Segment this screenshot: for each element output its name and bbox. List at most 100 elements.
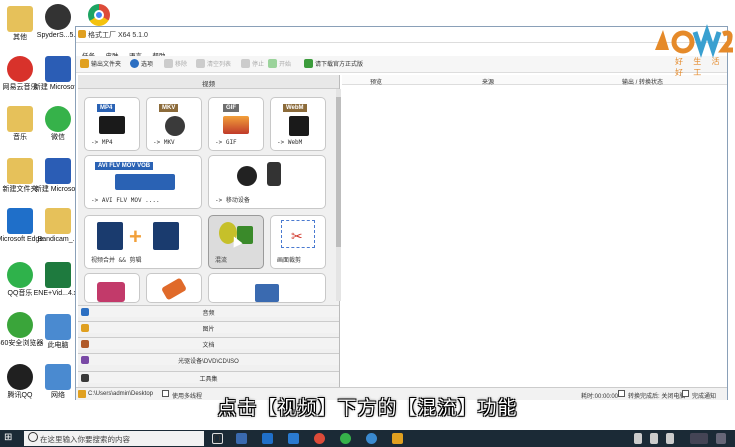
tray-volume-icon[interactable] — [650, 433, 658, 444]
play-icon — [268, 59, 277, 68]
tile-partial-1[interactable] — [84, 273, 140, 303]
stop-button[interactable]: 停止 — [241, 59, 264, 68]
menu-bar: 任务 皮肤 语言 帮助 — [76, 43, 727, 60]
function-panel-scrollbar[interactable] — [336, 89, 341, 301]
desktop-icon-chrome[interactable] — [88, 4, 110, 26]
task-list-header: 预览 来源 输出 / 转换状态 — [342, 75, 727, 86]
tile-avi-flv-mov-label: -> AVI FLV MOV .... — [91, 197, 160, 204]
stop-label: 停止 — [252, 62, 265, 68]
category-document[interactable]: 文档 — [78, 337, 339, 349]
category-video-label: 视频 — [202, 81, 215, 88]
category-document-label: 文档 — [202, 343, 215, 349]
gear-icon — [130, 59, 139, 68]
category-video-header[interactable]: 视频 — [78, 75, 339, 89]
remove-button[interactable]: 移除 — [164, 59, 187, 68]
start-label: 开始 — [279, 62, 292, 68]
category-image[interactable]: 图片 — [78, 321, 339, 333]
column-preview[interactable]: 预览 — [370, 77, 382, 86]
tile-mobile-device[interactable]: -> 移动设备 — [208, 155, 326, 209]
tile-mobile-device-label: -> 移动设备 — [215, 197, 250, 204]
clear-list-label: 清空列表 — [207, 62, 232, 68]
folder-icon — [45, 208, 71, 234]
format-factory-taskbar-icon[interactable] — [392, 433, 403, 444]
task-view-icon[interactable] — [212, 433, 223, 444]
tile-mp4-label: -> MP4 — [91, 139, 113, 146]
tray-clock-icon[interactable] — [690, 433, 708, 444]
channel-logo: 好 生 活 好 工 — [645, 20, 735, 77]
taskbar-search-placeholder: 在这里输入你要搜索的内容 — [40, 435, 130, 444]
tray-network-icon[interactable] — [634, 433, 642, 444]
video-effect-icon — [97, 282, 125, 302]
category-audio[interactable]: 音频 — [78, 305, 339, 317]
tile-mux[interactable]: 混流 — [208, 215, 264, 269]
excel-icon — [45, 262, 71, 288]
film-reel-icon — [165, 116, 185, 136]
column-output-status[interactable]: 输出 / 转换状态 — [622, 77, 663, 86]
video-subtitle: 点击【视频】下方的【混流】功能 — [217, 397, 518, 419]
tile-avi-flv-mov[interactable]: AVI FLV MOV VOB -> AVI FLV MOV .... — [84, 155, 202, 209]
gif-icon: GIF — [223, 104, 239, 112]
word-doc-icon — [45, 158, 71, 184]
category-audio-label: 音频 — [202, 311, 215, 317]
output-folder-button[interactable]: 输出文件夹 — [80, 59, 121, 68]
tile-crop[interactable]: ✂ 画面裁剪 — [270, 215, 326, 269]
webm-icon: WebM — [283, 104, 307, 112]
word-doc-icon — [45, 56, 71, 82]
tray-ime-icon[interactable] — [666, 433, 674, 444]
category-tools-label: 工具集 — [199, 377, 218, 383]
notification-icon[interactable] — [716, 433, 726, 444]
search-icon — [28, 432, 38, 442]
logo-graphic-icon — [655, 24, 733, 58]
download-icon — [304, 59, 313, 68]
tile-partial-3[interactable] — [208, 273, 326, 303]
qq-penguin-icon — [7, 364, 33, 390]
folder-icon — [7, 6, 33, 32]
app-logo-icon — [78, 30, 86, 38]
mail-icon[interactable] — [288, 433, 299, 444]
tile-mp4[interactable]: MP4 -> MP4 — [84, 97, 140, 151]
wechat-icon — [45, 106, 71, 132]
start-button[interactable]: 开始 — [268, 59, 291, 68]
options-label: 选项 — [141, 62, 154, 68]
download-official-button[interactable]: 请下载官方正式版 — [304, 59, 363, 68]
clear-icon — [196, 59, 205, 68]
options-button[interactable]: 选项 — [130, 59, 153, 68]
tile-crop-label: 画面裁剪 — [277, 257, 302, 264]
tile-mkv[interactable]: MKV -> MKV — [146, 97, 202, 151]
column-source[interactable]: 来源 — [482, 77, 494, 86]
tile-webm[interactable]: WebM -> WebM — [270, 97, 326, 151]
title-bar: 格式工厂 X64 5.1.0 — [76, 27, 727, 43]
windows-start-icon[interactable]: ⊞ — [4, 432, 16, 444]
ie-taskbar-icon[interactable] — [366, 433, 377, 444]
tile-gif-label: -> GIF — [215, 139, 237, 146]
clear-list-button[interactable]: 清空列表 — [196, 59, 231, 68]
scissors-icon: ✂ — [291, 228, 303, 244]
category-optical[interactable]: 光驱设备\DVD\CD\ISO — [78, 353, 339, 365]
tile-gif[interactable]: GIF -> GIF — [208, 97, 264, 151]
store-icon[interactable] — [236, 433, 247, 444]
tile-partial-2[interactable] — [146, 273, 202, 303]
chrome-taskbar-icon[interactable] — [314, 433, 325, 444]
scrollbar-thumb[interactable] — [336, 97, 341, 247]
wechat-taskbar-icon[interactable] — [340, 433, 351, 444]
folder-icon — [7, 158, 33, 184]
stop-icon — [241, 59, 250, 68]
function-panel: 视频 MP4 -> MP4 MKV -> MKV GIF -> GIF WebM… — [78, 75, 341, 395]
remove-label: 移除 — [175, 62, 188, 68]
tile-mux-label: 混流 — [215, 257, 228, 264]
download-official-label: 请下载官方正式版 — [315, 62, 364, 68]
output-folder-label: 输出文件夹 — [91, 62, 122, 68]
spyder-icon — [45, 4, 71, 30]
computer-icon — [45, 314, 71, 340]
tile-merge-cut[interactable]: + 视频合并 && 剪辑 — [84, 215, 202, 269]
qq-music-icon — [7, 262, 33, 288]
tile-webm-label: -> WebM — [277, 139, 303, 146]
edge-taskbar-icon[interactable] — [262, 433, 273, 444]
plus-icon: + — [129, 224, 142, 249]
category-tools[interactable]: 工具集 — [78, 371, 339, 383]
360-browser-icon — [7, 312, 33, 338]
eraser-icon — [160, 277, 188, 301]
toolbar: 输出文件夹 选项 移除 清空列表 停止 开始 请下载官方正式版 — [76, 56, 727, 73]
taskbar-search-box[interactable]: 在这里输入你要搜索的内容 — [24, 431, 220, 446]
tile-mkv-label: -> MKV — [153, 139, 175, 146]
